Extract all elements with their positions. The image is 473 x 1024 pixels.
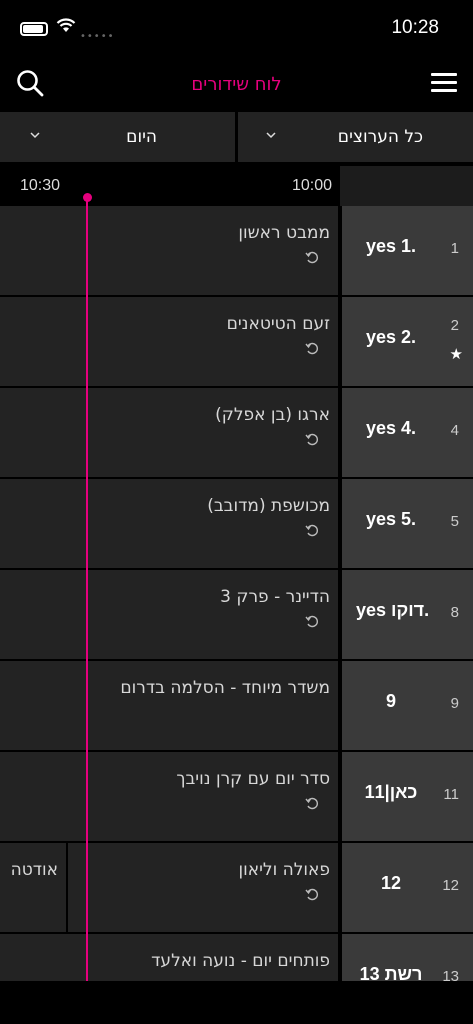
program-cell[interactable]: פותחים יום - נועה ואלעד	[0, 934, 338, 981]
channel-row: סדר יום עם קרן נויבך כאן|11 11	[0, 752, 473, 841]
day-dropdown[interactable]: היום	[0, 112, 235, 162]
program-cell[interactable]: ממבט ראשון	[0, 206, 338, 295]
cell-signal-icon: •••••	[80, 31, 115, 42]
channel-number: 11	[443, 786, 459, 803]
filter-bar: היום כל הערוצים	[0, 112, 473, 164]
channel-cell[interactable]: yes 5. 5	[342, 479, 473, 568]
app-header: לוח שידורים	[0, 56, 473, 112]
rerun-icon	[304, 340, 320, 356]
timeline: 10:30 10:00	[0, 166, 473, 206]
rerun-icon	[304, 613, 320, 629]
program-title: מכושפת (מדובב)	[207, 496, 330, 516]
wifi-icon	[56, 18, 76, 32]
channel-number: 5	[450, 513, 459, 530]
channel-number: 2	[450, 317, 459, 334]
channel-cell[interactable]: yes דוקו. 8	[342, 570, 473, 659]
channel-row: הדיינר - פרק 3 yes דוקו. 8	[0, 570, 473, 659]
channel-number: 12	[442, 877, 459, 894]
bottom-bar	[0, 981, 473, 1024]
program-cell[interactable]: פאולה וליאון	[68, 843, 338, 932]
channel-number: 1	[450, 240, 459, 257]
channel-logo: yes 4.	[365, 418, 417, 438]
channel-row: זעם הטיטאנים yes 2. 2 ★	[0, 297, 473, 386]
program-title: זעם הטיטאנים	[226, 314, 330, 334]
current-time-line	[86, 197, 88, 981]
channel-cell[interactable]: yes 1. 1	[342, 206, 473, 295]
program-title: ארגו (בן אפלק)	[215, 405, 330, 425]
channel-logo: 12	[380, 873, 402, 893]
hamburger-menu-icon[interactable]	[431, 72, 457, 94]
channel-cell[interactable]: 12 12	[342, 843, 473, 932]
channel-cell[interactable]: 99	[342, 661, 473, 750]
channel-cell[interactable]: yes 2. 2 ★	[342, 297, 473, 386]
channel-row: פותחים יום - נועה ואלעד רשת 13 13	[0, 934, 473, 981]
channel-logo: yes דוקו.	[356, 600, 430, 620]
rerun-icon	[304, 431, 320, 447]
day-label: היום	[126, 127, 157, 147]
channel-number: 9	[450, 695, 459, 712]
program-title: ממבט ראשון	[238, 223, 330, 243]
program-title: משדר מיוחד - הסלמה בדרום	[120, 678, 330, 698]
current-time-dot	[83, 193, 92, 202]
time-label: 10:00	[292, 177, 333, 194]
channel-column-header	[340, 166, 473, 206]
chevron-down-icon	[266, 132, 276, 139]
channel-number: 13	[442, 968, 459, 981]
program-cell[interactable]: משדר מיוחד - הסלמה בדרום	[0, 661, 338, 750]
program-title: אודטה	[10, 860, 58, 880]
channel-logo: yes 1.	[365, 236, 417, 256]
battery-icon	[20, 22, 48, 36]
page-title: לוח שידורים	[191, 74, 282, 95]
status-bar: ••••• 10:28	[0, 0, 473, 56]
channels-label: כל הערוצים	[337, 127, 423, 147]
chevron-down-icon	[30, 132, 40, 139]
channel-logo: 9	[385, 691, 396, 711]
status-time: 10:28	[391, 17, 439, 38]
channel-cell[interactable]: רשת 13 13	[342, 934, 473, 981]
program-cell[interactable]: אודטה	[0, 843, 66, 932]
schedule-grid[interactable]: ממבט ראשון yes 1. 1 זעם הטיטאנים yes 2. 2 ★ ארג…	[0, 206, 473, 981]
program-title: פותחים יום - נועה ואלעד	[151, 951, 330, 971]
program-title: סדר יום עם קרן נויבך	[176, 769, 330, 789]
channel-row: ממבט ראשון yes 1. 1	[0, 206, 473, 295]
program-cell[interactable]: מכושפת (מדובב)	[0, 479, 338, 568]
channel-row: ארגו (בן אפלק) yes 4. 4	[0, 388, 473, 477]
channel-cell[interactable]: yes 4. 4	[342, 388, 473, 477]
channel-row: אודטה פאולה וליאון 12 12	[0, 843, 473, 932]
channel-cell[interactable]: כאן|11 11	[342, 752, 473, 841]
rerun-icon	[304, 522, 320, 538]
program-cell[interactable]: הדיינר - פרק 3	[0, 570, 338, 659]
program-title: פאולה וליאון	[238, 860, 330, 880]
rerun-icon	[304, 249, 320, 265]
favorite-star-icon[interactable]: ★	[450, 345, 463, 363]
channel-logo: yes 5.	[365, 509, 417, 529]
channel-number: 4	[450, 422, 459, 439]
channel-logo: כאן|11	[364, 782, 418, 802]
channels-dropdown[interactable]: כל הערוצים	[238, 112, 473, 162]
rerun-icon	[304, 886, 320, 902]
program-cell[interactable]: סדר יום עם קרן נויבך	[0, 752, 338, 841]
program-cell[interactable]: ארגו (בן אפלק)	[0, 388, 338, 477]
program-title: הדיינר - פרק 3	[220, 587, 330, 607]
channel-logo: רשת 13	[359, 964, 423, 981]
time-label: 10:30	[20, 177, 61, 194]
channel-row: משדר מיוחד - הסלמה בדרום 9 9	[0, 661, 473, 750]
channel-logo: yes 2.	[365, 327, 417, 347]
channel-number: 8	[450, 604, 459, 621]
rerun-icon	[304, 795, 320, 811]
program-cell[interactable]: זעם הטיטאנים	[0, 297, 338, 386]
channel-row: מכושפת (מדובב) yes 5. 5	[0, 479, 473, 568]
